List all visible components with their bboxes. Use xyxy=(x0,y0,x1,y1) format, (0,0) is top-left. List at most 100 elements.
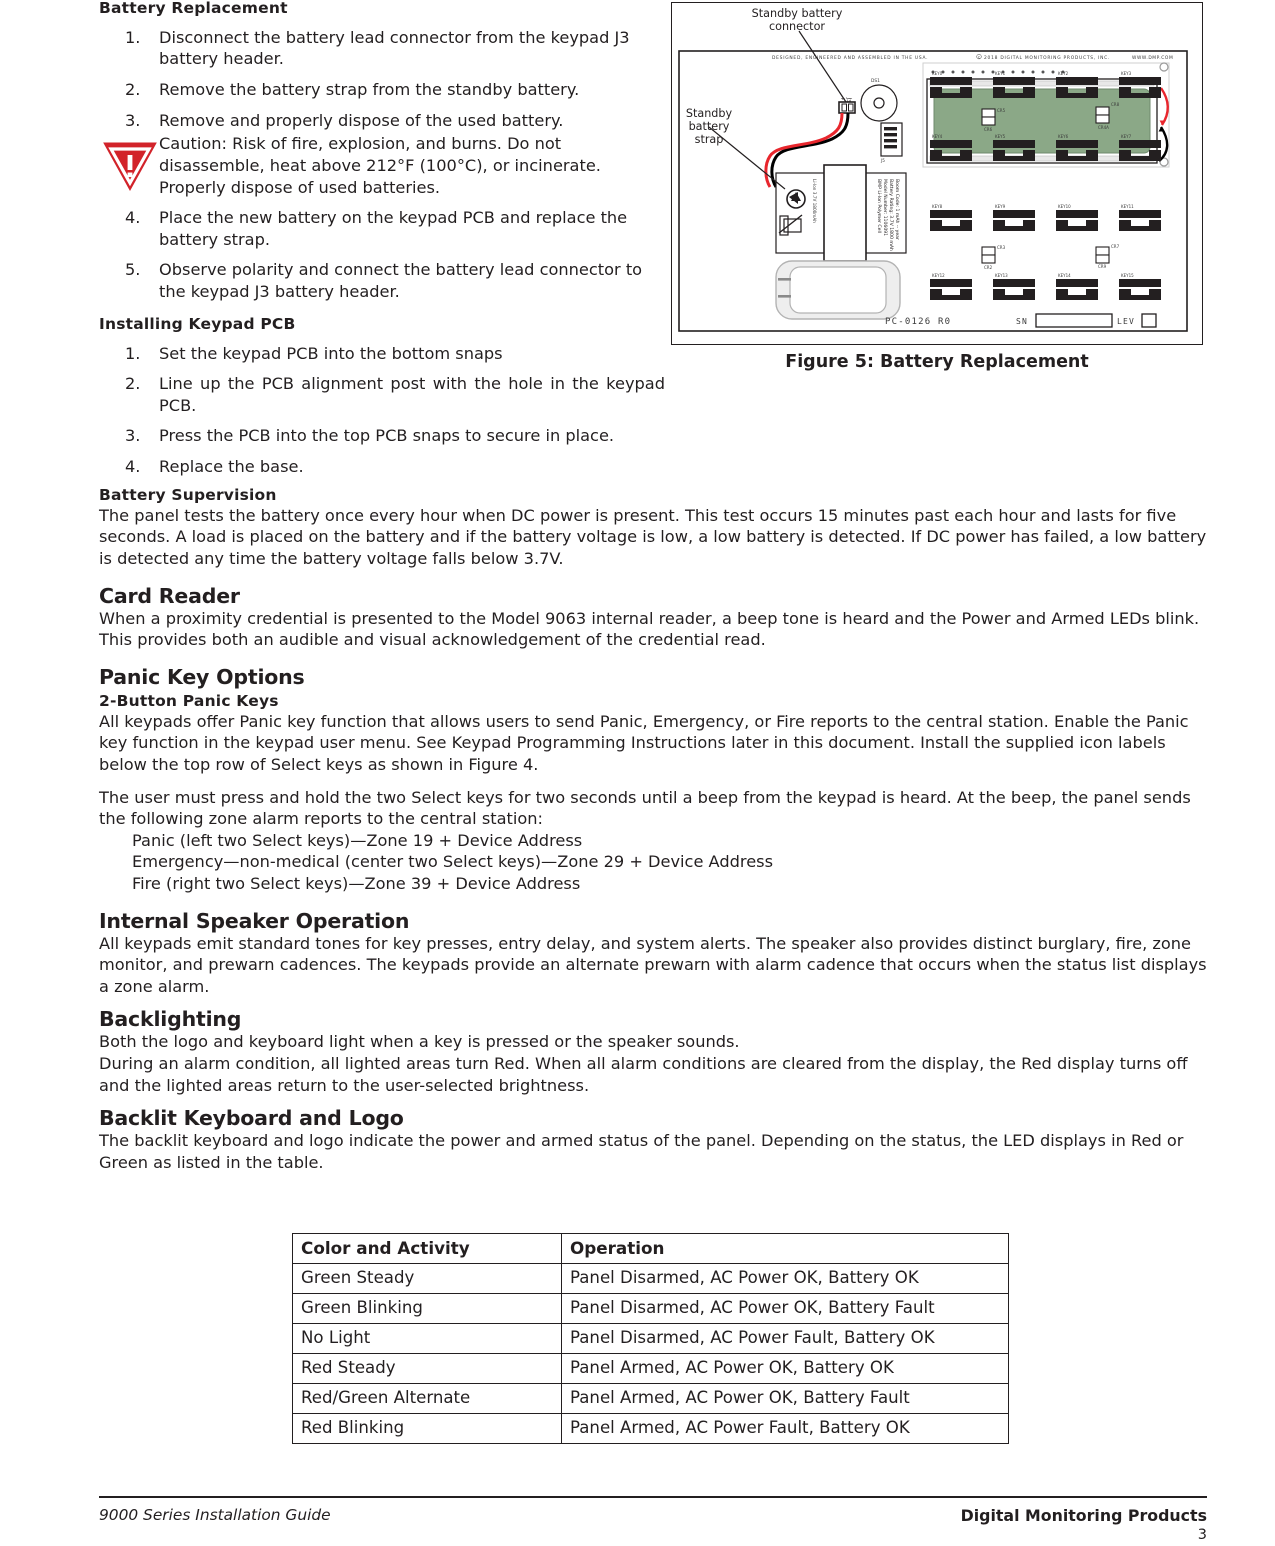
table-cell-operation: Panel Armed, AC Power OK, Battery OK xyxy=(561,1353,1009,1384)
list-item-number: 3. xyxy=(125,426,141,446)
pcb-ds1-label: DS1 xyxy=(871,78,880,84)
standby-battery: BMP Li-Ion Polymer Cell Model Number: 11… xyxy=(775,164,907,262)
list-item: 4. Place the new battery on the keypad P… xyxy=(99,207,665,250)
svg-text:KEY9: KEY9 xyxy=(995,204,1006,209)
table-header-color-and-activity: Color and Activity xyxy=(292,1233,562,1264)
svg-text:KEY1: KEY1 xyxy=(995,71,1006,76)
list-item-number: 1. xyxy=(125,343,141,363)
warning-triangle-icon xyxy=(101,136,159,194)
table-header-operation: Operation xyxy=(561,1233,1009,1264)
table-cell-operation: Panel Disarmed, AC Power Fault, Battery … xyxy=(561,1323,1009,1354)
paragraph-backlit-keyboard: The backlit keyboard and logo indicate t… xyxy=(99,1131,1184,1172)
heading-card-reader: Card Reader xyxy=(99,583,240,608)
svg-text:KEY14: KEY14 xyxy=(1058,273,1071,278)
list-item-text: Observe polarity and connect the battery… xyxy=(159,260,643,302)
paragraph-panic-key-2: The user must press and hold the two Sel… xyxy=(99,787,1191,829)
svg-text:KEY5: KEY5 xyxy=(995,134,1006,139)
table-row: Red Steady Panel Armed, AC Power OK, Bat… xyxy=(292,1353,1009,1384)
paragraph-card-reader: When a proximity credential is presented… xyxy=(99,608,1200,650)
list-item: 4. Replace the base. xyxy=(99,456,665,478)
table-cell-color: Green Steady xyxy=(292,1263,562,1294)
list-item: 3. Remove and properly dispose of the us… xyxy=(99,110,665,132)
paragraph-backlighting-2: During an alarm condition, all lighted a… xyxy=(99,1054,1188,1095)
installing-keypad-pcb-steps-list: 1. Set the keypad PCB into the bottom sn… xyxy=(99,343,665,478)
table-cell-operation: Panel Disarmed, AC Power OK, Battery Fau… xyxy=(561,1293,1009,1324)
heading-installing-keypad-pcb: Installing Keypad PCB xyxy=(99,314,296,333)
svg-text:KEY0: KEY0 xyxy=(932,71,943,76)
heading-internal-speaker-operation: Internal Speaker Operation xyxy=(99,908,410,933)
pcb-silkscreen-left: DESIGNED, ENGINEERED AND ASSEMBLED IN TH… xyxy=(772,55,928,61)
figure-caption: Figure 5: Battery Replacement xyxy=(785,352,1089,372)
list-item-text: Set the keypad PCB into the bottom snaps xyxy=(159,343,503,363)
pcb-lev-label: LEV xyxy=(1117,317,1135,326)
list-item-text: Place the new battery on the keypad PCB … xyxy=(159,208,628,249)
table-row: Green Steady Panel Disarmed, AC Power OK… xyxy=(292,1263,1009,1294)
table-cell-color: No Light xyxy=(292,1323,562,1354)
heading-backlit-keyboard-and-logo: Backlit Keyboard and Logo xyxy=(99,1106,404,1131)
svg-text:KEY8: KEY8 xyxy=(932,204,943,209)
svg-text:KEY12: KEY12 xyxy=(932,273,945,278)
svg-text:CR6: CR6 xyxy=(984,127,993,132)
caution-text: Caution: Risk of fire, explosion, and bu… xyxy=(159,134,601,197)
table-cell-operation: Panel Disarmed, AC Power OK, Battery OK xyxy=(561,1263,1009,1294)
pcb-part-number: PC-0126 R0 xyxy=(885,317,951,327)
list-item: 3. Press the PCB into the top PCB snaps … xyxy=(99,425,665,447)
table-cell-operation: Panel Armed, AC Power Fault, Battery OK xyxy=(561,1413,1009,1444)
paragraph-backlighting-1: Both the logo and keyboard light when a … xyxy=(99,1032,740,1052)
list-item-text: Press the PCB into the top PCB snaps to … xyxy=(159,426,615,446)
list-item-number: 5. xyxy=(125,260,141,280)
list-item-number: 4. xyxy=(125,457,141,476)
svg-text:J5: J5 xyxy=(880,158,885,163)
list-item-text: Replace the base. xyxy=(159,457,304,476)
svg-text:BMP Li-Ion Polymer Cell: BMP Li-Ion Polymer Cell xyxy=(876,179,882,233)
figure-label-standby-battery-connector: Standby battery connector xyxy=(751,7,843,34)
svg-text:KEY10: KEY10 xyxy=(1058,204,1071,209)
list-item: 5. Observe polarity and connect the batt… xyxy=(99,259,665,302)
list-item-text: Remove and properly dispose of the used … xyxy=(159,110,564,130)
table-cell-color: Red Blinking xyxy=(292,1413,562,1444)
list-item-number: 3. xyxy=(125,110,141,130)
led-status-table: Color and Activity Operation Green Stead… xyxy=(292,1233,1009,1444)
list-item-number: 1. xyxy=(125,27,141,47)
figure-battery-replacement: DESIGNED, ENGINEERED AND ASSEMBLED IN TH… xyxy=(671,2,1203,345)
list-item-text: Disconnect the battery lead connector fr… xyxy=(159,27,630,69)
svg-text:KEY2: KEY2 xyxy=(1058,71,1069,76)
table-row: Red/Green Alternate Panel Armed, AC Powe… xyxy=(292,1383,1009,1414)
svg-text:KEY6: KEY6 xyxy=(1058,134,1069,139)
table-header-row: Color and Activity Operation xyxy=(292,1233,1009,1264)
panic-zone-item: Panic (left two Select keys)—Zone 19 + D… xyxy=(132,830,583,850)
heading-battery-supervision: Battery Supervision xyxy=(99,486,277,504)
svg-text:CR7: CR7 xyxy=(1111,244,1120,249)
footer-divider xyxy=(99,1496,1207,1499)
page-footer: 9000 Series Installation Guide Digital M… xyxy=(99,1506,1207,1546)
table-cell-color: Red/Green Alternate xyxy=(292,1383,562,1414)
list-item-number: 2. xyxy=(125,374,141,394)
heading-panic-key-options: Panic Key Options xyxy=(99,664,305,689)
panic-zone-item: Fire (right two Select keys)—Zone 39 + D… xyxy=(132,874,581,894)
table-cell-color: Green Blinking xyxy=(292,1293,562,1324)
svg-text:−: − xyxy=(848,96,853,102)
table-row: Green Blinking Panel Disarmed, AC Power … xyxy=(292,1293,1009,1324)
caution-note: Caution: Risk of fire, explosion, and bu… xyxy=(99,133,665,198)
speaker-pad xyxy=(775,260,901,320)
table-cell-operation: Panel Armed, AC Power OK, Battery Fault xyxy=(561,1383,1009,1414)
list-item-number: 2. xyxy=(125,80,141,100)
svg-text:Boom Code: 1 mAh -- year: Boom Code: 1 mAh -- year xyxy=(894,179,900,240)
pcb-silkscreen-right: 2018 DIGITAL MONITORING PRODUCTS, INC. xyxy=(984,55,1110,61)
svg-text:KEY4: KEY4 xyxy=(932,134,943,139)
list-item-text: Line up the PCB alignment post with the … xyxy=(159,374,665,415)
footer-page-number: 3 xyxy=(1197,1527,1207,1543)
svg-text:KEY15: KEY15 xyxy=(1121,273,1134,278)
pcb-sn-label: SN xyxy=(1016,317,1028,326)
svg-text:CR9: CR9 xyxy=(1098,264,1107,269)
footer-guide-title: 9000 Series Installation Guide xyxy=(99,1506,331,1524)
svg-text:KEY13: KEY13 xyxy=(995,273,1008,278)
list-item: 2. Line up the PCB alignment post with t… xyxy=(99,373,665,416)
battery-replacement-steps-list: 1. Disconnect the battery lead connector… xyxy=(99,27,665,132)
svg-text:KEY3: KEY3 xyxy=(1121,71,1132,76)
svg-text:KEY11: KEY11 xyxy=(1121,204,1134,209)
svg-text:CR3: CR3 xyxy=(997,245,1006,250)
standby-battery-strap-shape xyxy=(823,164,867,262)
heading-backlighting: Backlighting xyxy=(99,1007,242,1032)
pcb-silkscreen-url: WWW.DMP.COM xyxy=(1132,55,1173,61)
